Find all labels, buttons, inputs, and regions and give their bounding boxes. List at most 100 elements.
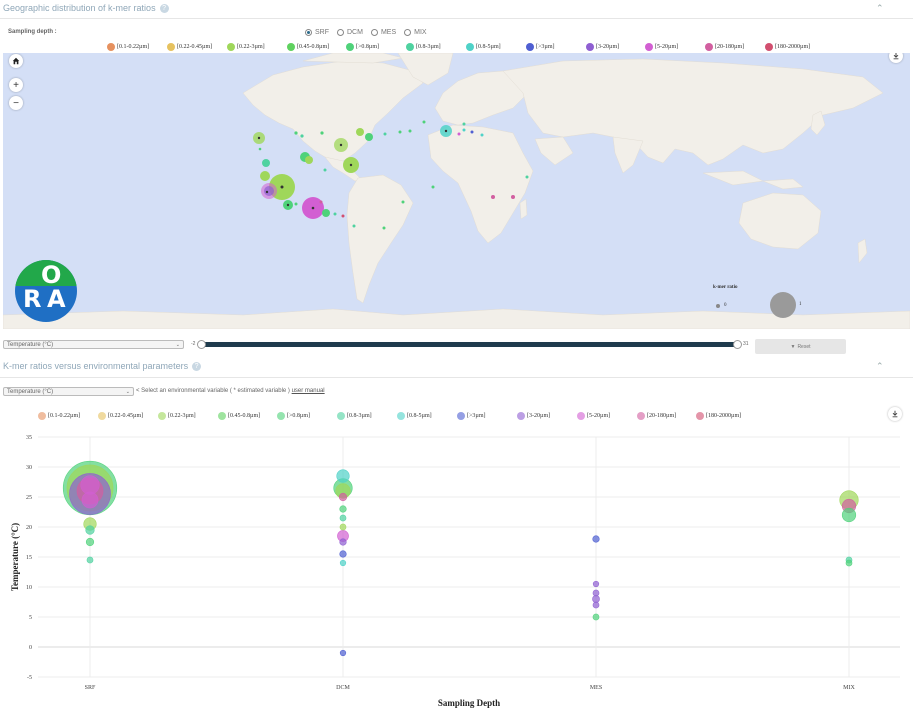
data-point[interactable] <box>81 491 99 509</box>
scatter-variable-select[interactable]: Temperature (°C) ⌄ <box>3 387 134 396</box>
data-point[interactable] <box>841 507 857 523</box>
legend-item[interactable]: [5-20µm] <box>645 43 678 51</box>
data-point[interactable] <box>80 475 100 495</box>
data-point[interactable] <box>339 514 347 522</box>
map-station <box>462 128 466 132</box>
data-point[interactable] <box>338 492 348 502</box>
radio-mes[interactable]: MES <box>370 29 396 36</box>
radio-srf[interactable]: SRF <box>305 29 329 36</box>
legend-swatch <box>705 43 713 51</box>
help-icon[interactable]: ? <box>192 362 202 371</box>
map-station[interactable] <box>322 209 330 217</box>
data-point[interactable] <box>339 559 347 567</box>
radio-dot[interactable] <box>370 29 378 36</box>
legend-item[interactable]: [20-180µm] <box>705 43 744 51</box>
legend-item[interactable]: [0.22-3µm] <box>158 412 196 420</box>
zoom-out-button[interactable]: − <box>9 96 23 110</box>
data-point[interactable] <box>592 601 600 609</box>
radio-mix[interactable]: MIX <box>404 29 427 36</box>
legend-item[interactable]: [0.22-3µm] <box>227 43 265 51</box>
chevron-down-icon: ⌄ <box>175 341 180 348</box>
user-manual-link[interactable]: user manual <box>292 388 325 394</box>
map-station <box>470 130 474 134</box>
divider <box>0 377 913 378</box>
legend-item[interactable]: [0.22-0.45µm] <box>167 43 212 51</box>
legend-item[interactable]: [0.45-0.8µm] <box>218 412 260 420</box>
data-point[interactable] <box>85 537 95 547</box>
radio-dot[interactable] <box>305 29 312 36</box>
legend-item[interactable]: [3-20µm] <box>517 412 550 420</box>
madagascar <box>519 198 528 220</box>
map-variable-select[interactable]: Temperature (°C) ⌄ <box>3 340 184 349</box>
legend-item[interactable]: [0.8-3µm] <box>337 412 372 420</box>
radio-dcm[interactable]: DCM <box>337 29 363 36</box>
legend-item[interactable]: [180-2000µm] <box>765 43 810 51</box>
data-point[interactable] <box>339 505 347 513</box>
world-map[interactable]: + − O R A k-mer ratio 0 1 <box>3 53 910 329</box>
collapse-icon[interactable]: ⌃ <box>876 3 884 14</box>
legend-item[interactable]: [0.8-5µm] <box>397 412 432 420</box>
data-point[interactable] <box>592 595 600 603</box>
legend-swatch <box>98 412 106 420</box>
legend-item[interactable]: [20-180µm] <box>637 412 676 420</box>
data-point[interactable] <box>86 556 94 564</box>
legend-swatch <box>696 412 704 420</box>
map-station[interactable] <box>356 128 364 136</box>
map-station[interactable] <box>365 133 373 141</box>
slider-handle-min[interactable] <box>197 340 206 349</box>
zoom-in-button[interactable]: + <box>9 78 23 92</box>
legend-item[interactable]: [0.8-3µm] <box>406 43 441 51</box>
legend-item[interactable]: [0.1-0.22µm] <box>38 412 80 420</box>
x-tick-label: MIX <box>843 685 855 691</box>
legend-item[interactable]: [>3µm] <box>526 43 555 51</box>
data-point[interactable] <box>85 525 95 535</box>
legend-item[interactable]: [>3µm] <box>457 412 486 420</box>
legend-item[interactable]: [180-2000µm] <box>696 412 741 420</box>
legend-item[interactable]: [0.45-0.8µm] <box>287 43 329 51</box>
map-station <box>444 129 448 133</box>
data-point[interactable] <box>592 580 600 588</box>
map-station <box>257 136 261 140</box>
y-tick-label: 35 <box>26 435 32 441</box>
legend-item[interactable]: [>0.8µm] <box>277 412 310 420</box>
data-point[interactable] <box>592 589 600 597</box>
map-station[interactable] <box>260 171 270 181</box>
data-point[interactable] <box>339 523 347 531</box>
data-point[interactable] <box>592 613 600 621</box>
data-point[interactable] <box>336 469 350 483</box>
reset-button[interactable]: ▼ Reset <box>755 339 846 354</box>
legend-item[interactable]: [3-20µm] <box>586 43 619 51</box>
map-station <box>480 133 484 137</box>
legend-item[interactable]: [0.8-5µm] <box>466 43 501 51</box>
map-station <box>525 175 529 179</box>
legend-item[interactable]: [5-20µm] <box>577 412 610 420</box>
map-station <box>311 206 315 210</box>
map-station <box>408 129 412 133</box>
y-tick-label: 5 <box>29 615 32 621</box>
data-point[interactable] <box>339 649 347 657</box>
download-button[interactable] <box>888 407 902 421</box>
map-canvas[interactable] <box>3 53 910 329</box>
data-point[interactable] <box>339 538 347 546</box>
scatter-chart[interactable]: -5 0 5 10 15 20 25 30 35 SRF DCM MES MIX Temperatur… <box>0 425 913 712</box>
data-point[interactable] <box>592 535 600 543</box>
map-station <box>511 195 515 199</box>
legend-item[interactable]: [>0.8µm] <box>346 43 379 51</box>
radio-dot[interactable] <box>337 29 344 36</box>
slider-handle-max[interactable] <box>733 340 742 349</box>
range-slider-track[interactable] <box>199 342 739 347</box>
collapse-icon[interactable]: ⌃ <box>876 361 884 372</box>
legend-item[interactable]: [0.1-0.22µm] <box>107 43 149 51</box>
data-point[interactable] <box>339 550 347 558</box>
logo-letter: R <box>23 285 42 313</box>
map-station[interactable] <box>305 156 313 164</box>
map-station[interactable] <box>262 159 270 167</box>
help-icon[interactable]: ? <box>159 4 169 13</box>
radio-dot[interactable] <box>404 29 412 36</box>
legend-swatch <box>277 412 285 420</box>
data-point[interactable] <box>845 559 853 567</box>
map-station[interactable] <box>264 186 274 196</box>
legend-item[interactable]: [0.22-0.45µm] <box>98 412 143 420</box>
map-station <box>398 130 402 134</box>
home-button[interactable] <box>9 54 23 68</box>
